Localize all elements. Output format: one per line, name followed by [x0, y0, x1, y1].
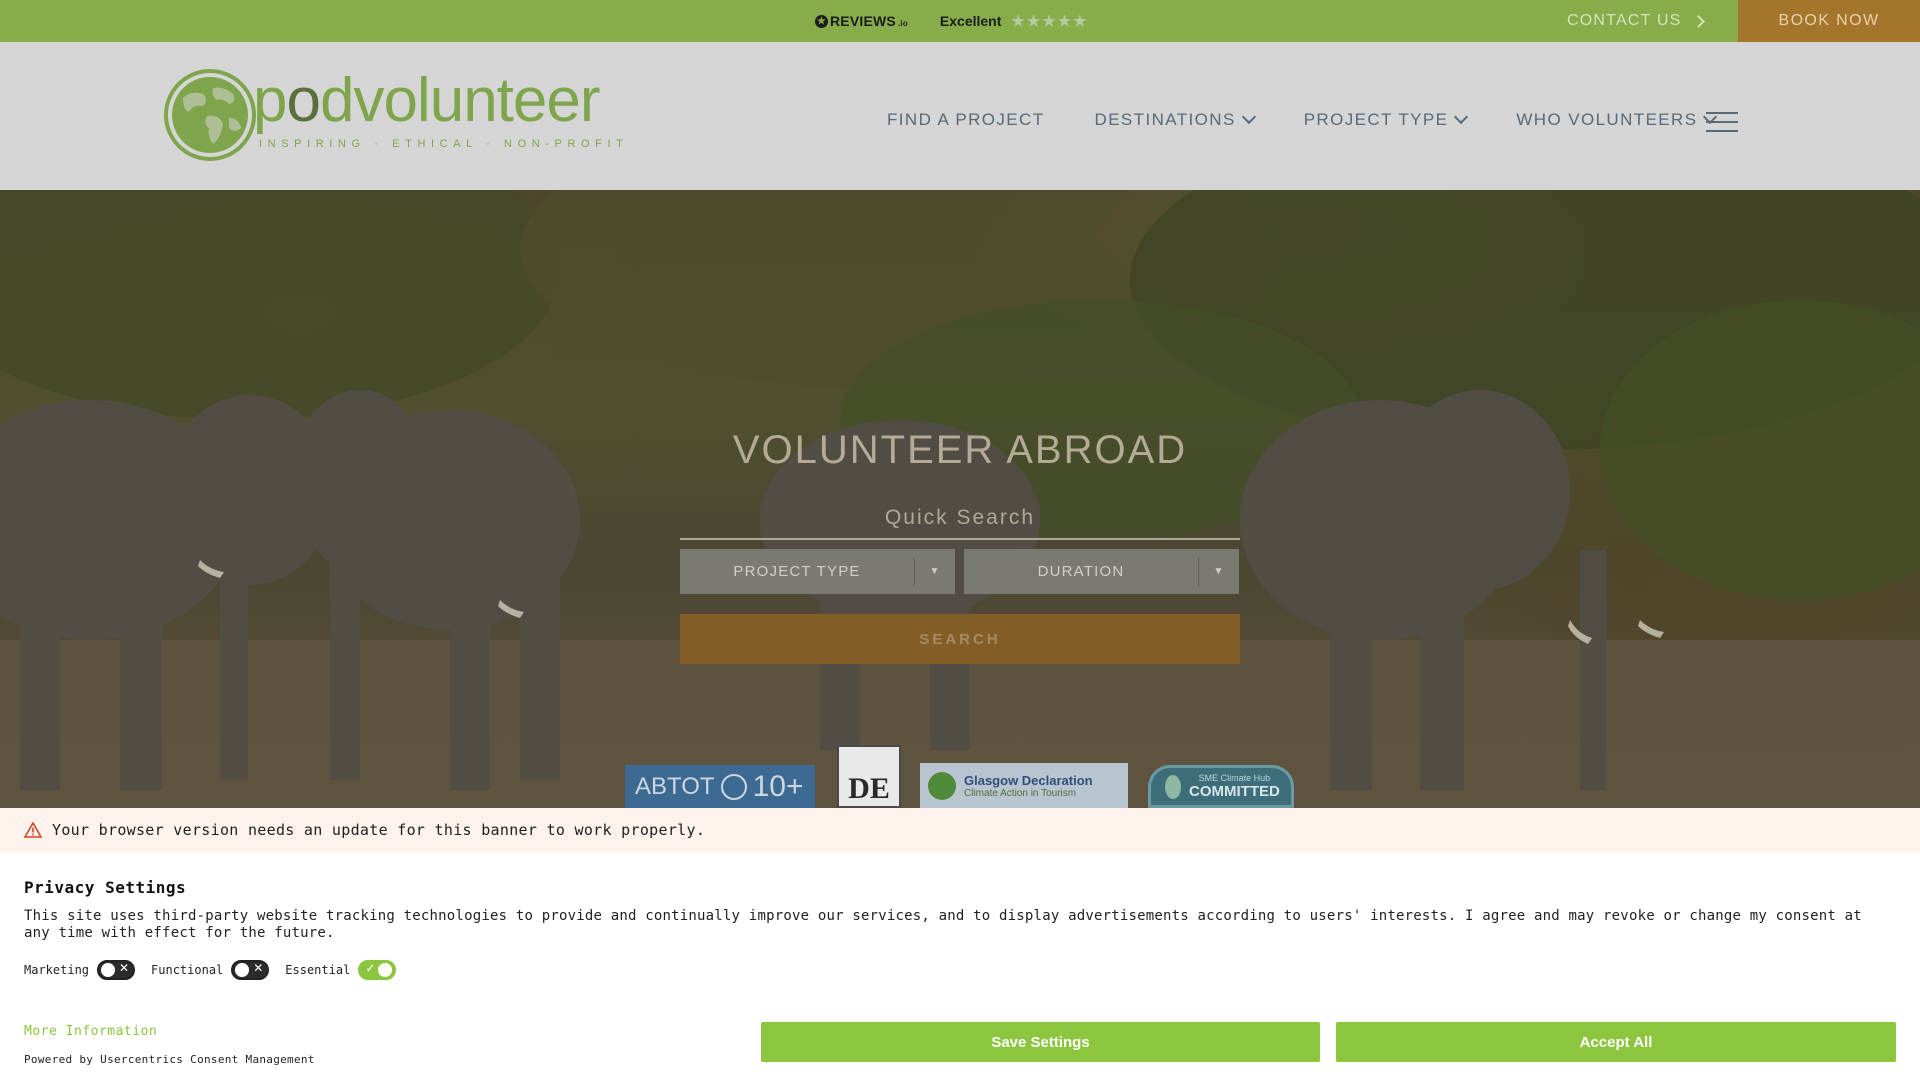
hero-overlay	[0, 190, 1920, 808]
dofe-crest-icon: DE	[848, 772, 890, 805]
contact-us-label: CONTACT US	[1567, 12, 1682, 29]
hamburger-menu-icon[interactable]	[1706, 112, 1738, 132]
star-rating-icon: ★★★★★	[1011, 13, 1089, 30]
duration-select[interactable]: DURATION ▼	[964, 549, 1239, 594]
toggle-label: Functional	[151, 963, 224, 977]
chevron-right-icon	[1691, 14, 1705, 28]
toggle-essential: Essential ✓	[285, 960, 397, 980]
sme-text: SME Climate Hub COMMITTED	[1189, 773, 1280, 800]
nav-project-type[interactable]: PROJECT TYPE	[1303, 109, 1469, 130]
nav-find-a-project[interactable]: FIND A PROJECT	[887, 110, 1045, 130]
nav-destinations[interactable]: DESTINATIONS	[1094, 109, 1256, 130]
logo-word-volunteer: volunteer	[353, 66, 600, 135]
glasgow-title: Glasgow Declaration	[964, 772, 1093, 788]
browser-warning-text: Your browser version needs an update for…	[52, 821, 706, 839]
sme-committed: COMMITTED	[1189, 783, 1280, 800]
sme-climate-hub-badge: SME Climate Hub COMMITTED	[1148, 765, 1294, 808]
reviews-widget[interactable]: ★ REVIEWS .io Excellent ★★★★★	[815, 0, 1089, 42]
toggle-label: Essential	[285, 963, 351, 977]
browser-warning-bar: Your browser version needs an update for…	[0, 808, 1920, 852]
warning-triangle-icon	[24, 822, 42, 838]
privacy-settings-panel: Privacy Settings This site uses third-pa…	[0, 852, 1920, 1080]
glasgow-subtitle: Climate Action in Tourism	[964, 787, 1077, 799]
rating: Excellent ★★★★★	[940, 12, 1089, 30]
reviews-suffix: .io	[897, 18, 908, 28]
abtot-badge: ABTOT 10+	[625, 765, 815, 808]
more-information-link[interactable]: More Information	[24, 1024, 157, 1039]
rating-label: Excellent	[939, 13, 1002, 29]
duration-select-label: DURATION	[1037, 563, 1125, 580]
toggle-label: Marketing	[24, 963, 90, 977]
check-icon: ✓	[365, 961, 376, 975]
logo-tagline: INSPIRING · ETHICAL · NON-PROFIT	[259, 138, 629, 150]
toggle-knob	[378, 963, 393, 977]
site-logo[interactable]: podvolunteer INSPIRING · ETHICAL · NON-P…	[163, 66, 623, 166]
powered-by-text: Powered by Usercentrics Consent Manageme…	[24, 1053, 315, 1066]
functional-toggle-switch[interactable]: ✕	[231, 960, 270, 980]
earth-icon	[928, 771, 956, 800]
consent-toggles: Marketing ✕ Functional ✕ Essential ✓	[24, 960, 400, 980]
logo-wordmark: podvolunteer	[253, 70, 601, 132]
contact-us-link[interactable]: CONTACT US	[1567, 0, 1705, 42]
nav-label: DESTINATIONS	[1094, 110, 1236, 129]
abtot-label: ABTOT	[635, 772, 715, 800]
main-nav: FIND A PROJECT DESTINATIONS PROJECT TYPE…	[887, 109, 1765, 130]
essential-toggle-switch[interactable]: ✓	[358, 960, 397, 980]
globe-logo-icon	[164, 69, 256, 161]
close-icon: ✕	[253, 961, 264, 975]
nav-label: WHO VOLUNTEERS	[1516, 110, 1698, 129]
globe-icon	[720, 773, 747, 800]
hero-section: VOLUNTEER ABROAD Quick Search PROJECT TY…	[0, 190, 1920, 808]
privacy-settings-title: Privacy Settings	[24, 878, 187, 897]
save-settings-button[interactable]: Save Settings	[761, 1022, 1320, 1062]
accept-all-button[interactable]: Accept All	[1336, 1022, 1896, 1062]
toggle-marketing: Marketing ✕	[24, 960, 136, 980]
dofe-badge: DE	[837, 745, 901, 808]
reviews-star-icon: ★	[815, 14, 828, 28]
top-bar: ★ REVIEWS .io Excellent ★★★★★ CONTACT US…	[0, 0, 1920, 42]
book-now-button[interactable]: BOOK NOW	[1738, 0, 1920, 42]
chevron-down-icon	[1241, 109, 1256, 125]
reviews-logo: ★ REVIEWS .io	[815, 13, 908, 29]
dropdown-arrow-icon: ▼	[1213, 566, 1225, 577]
marketing-toggle-switch[interactable]: ✕	[97, 960, 136, 980]
hero-title: VOLUNTEER ABROAD	[732, 428, 1188, 472]
nav-label: PROJECT TYPE	[1303, 110, 1449, 129]
quick-search-heading: Quick Search	[680, 506, 1240, 540]
nav-label: FIND A PROJECT	[887, 110, 1045, 129]
glasgow-declaration-badge: Glasgow Declaration Climate Action in To…	[920, 763, 1128, 808]
search-button[interactable]: SEARCH	[680, 614, 1240, 664]
site-header: podvolunteer INSPIRING · ETHICAL · NON-P…	[0, 42, 1920, 190]
privacy-settings-text: This site uses third-party website track…	[24, 908, 1862, 941]
dropdown-arrow-icon: ▼	[929, 566, 941, 577]
leaf-icon	[1165, 774, 1181, 799]
logo-letter-o: o	[286, 66, 320, 135]
project-type-select-label: PROJECT TYPE	[733, 563, 861, 580]
toggle-knob	[101, 963, 116, 977]
logo-letter-p: p	[253, 66, 287, 135]
reviews-brand: REVIEWS	[830, 13, 896, 29]
chevron-down-icon	[1454, 109, 1469, 125]
sme-title: SME Climate Hub	[1198, 773, 1271, 783]
nav-who-volunteers[interactable]: WHO VOLUNTEERS	[1516, 109, 1718, 130]
close-icon: ✕	[118, 961, 130, 975]
logo-letter-d: d	[319, 66, 354, 135]
glasgow-text: Glasgow Declaration Climate Action in To…	[964, 773, 1093, 799]
project-type-select[interactable]: PROJECT TYPE ▼	[680, 549, 955, 594]
toggle-knob	[235, 963, 250, 977]
toggle-functional: Functional ✕	[151, 960, 270, 980]
abtot-years: 10+	[752, 769, 804, 803]
